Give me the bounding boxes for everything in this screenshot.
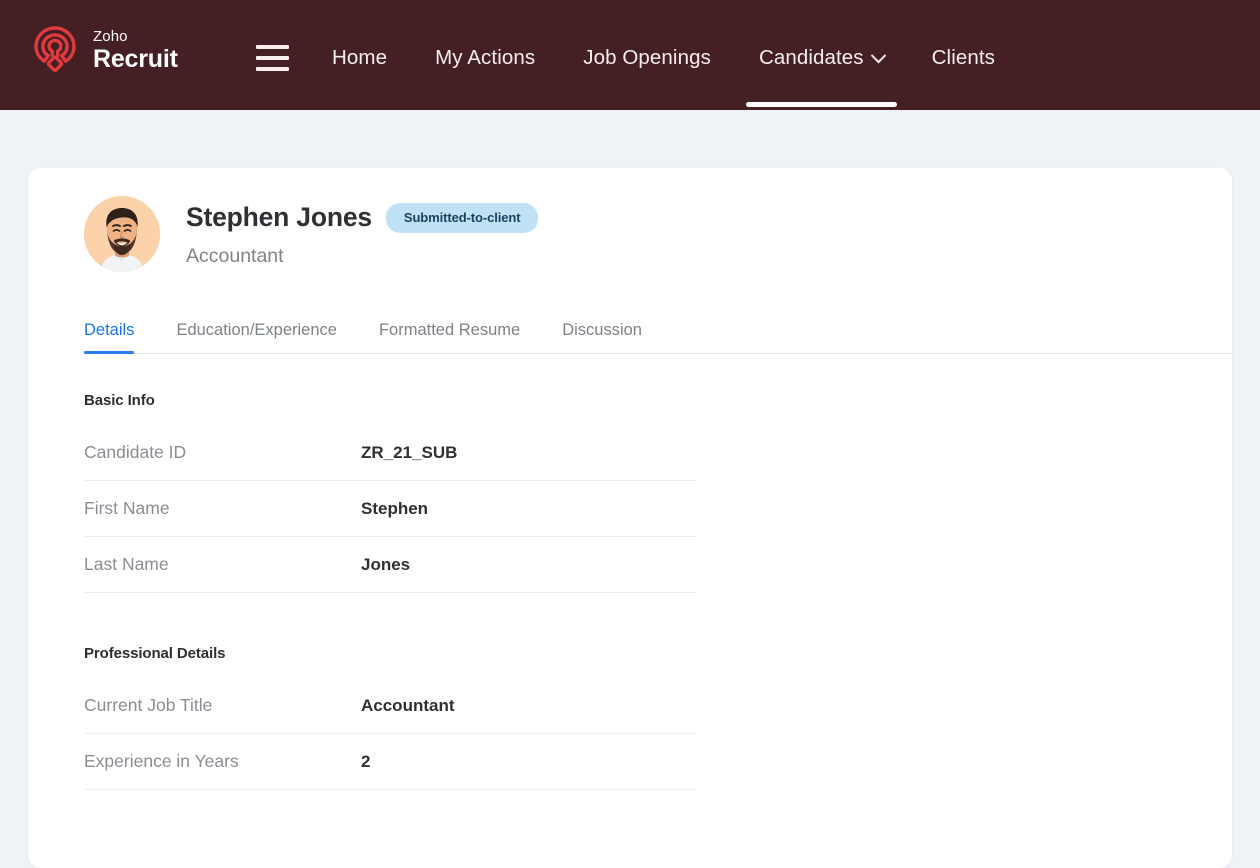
field-label: Candidate ID xyxy=(84,425,361,463)
field-label: Last Name xyxy=(84,537,361,575)
field-row-current-job-title: Current Job Title Accountant xyxy=(84,678,696,734)
field-value[interactable]: Jones xyxy=(361,538,410,575)
field-label: Experience in Years xyxy=(84,734,361,772)
section-title: Basic Info xyxy=(84,392,696,409)
tab-formatted-resume[interactable]: Formatted Resume xyxy=(379,321,520,353)
main-nav: Home My Actions Job Openings Candidates … xyxy=(308,44,1019,72)
field-row-last-name: Last Name Jones xyxy=(84,537,696,593)
nav-item-label: Clients xyxy=(932,46,995,70)
candidate-name-row: Stephen Jones Submitted-to-client xyxy=(186,203,538,233)
section-professional-details: Professional Details Current Job Title A… xyxy=(84,645,696,790)
nav-item-label: My Actions xyxy=(435,46,535,70)
hamburger-menu-icon[interactable] xyxy=(256,45,289,71)
page-title: Stephen Jones xyxy=(186,203,372,232)
brand-name-recruit: Recruit xyxy=(93,47,178,72)
candidate-role: Accountant xyxy=(186,245,538,268)
status-badge: Submitted-to-client xyxy=(386,203,539,233)
tab-education-experience[interactable]: Education/Experience xyxy=(176,321,337,353)
nav-item-label: Home xyxy=(332,46,387,70)
nav-item-home[interactable]: Home xyxy=(308,44,411,72)
nav-item-my-actions[interactable]: My Actions xyxy=(411,44,559,72)
tab-label: Details xyxy=(84,321,134,339)
field-value[interactable]: Accountant xyxy=(361,679,455,716)
section-title: Professional Details xyxy=(84,645,696,662)
field-value[interactable]: Stephen xyxy=(361,482,428,519)
section-basic-info: Basic Info Candidate ID ZR_21_SUB First … xyxy=(84,392,696,593)
candidate-profile-header: Stephen Jones Submitted-to-client Accoun… xyxy=(84,196,538,272)
field-value[interactable]: 2 xyxy=(361,735,370,772)
nav-item-candidates[interactable]: Candidates xyxy=(735,44,908,72)
field-value[interactable]: ZR_21_SUB xyxy=(361,426,457,463)
field-row-experience-in-years: Experience in Years 2 xyxy=(84,734,696,790)
hamburger-bar xyxy=(256,45,289,49)
chevron-down-icon xyxy=(870,47,886,63)
brand-wordmark: Zoho Recruit xyxy=(93,27,178,72)
tab-label: Education/Experience xyxy=(176,321,337,339)
brand-name-zoho: Zoho xyxy=(93,29,178,44)
field-label: Current Job Title xyxy=(84,678,361,716)
candidate-avatar-photo[interactable] xyxy=(84,196,160,272)
candidate-meta: Stephen Jones Submitted-to-client Accoun… xyxy=(186,196,538,268)
field-row-first-name: First Name Stephen xyxy=(84,481,696,537)
nav-item-clients[interactable]: Clients xyxy=(908,44,1019,72)
top-navigation-bar: Zoho Recruit Home My Actions Job Opening… xyxy=(0,0,1260,110)
nav-item-job-openings[interactable]: Job Openings xyxy=(559,44,735,72)
brand-logo-block[interactable]: Zoho Recruit xyxy=(28,22,178,76)
hamburger-bar xyxy=(256,56,289,60)
zoho-recruit-logo-icon xyxy=(28,22,82,76)
nav-item-label: Candidates xyxy=(759,46,864,70)
detail-tabs: Details Education/Experience Formatted R… xyxy=(84,316,1232,354)
tab-discussion[interactable]: Discussion xyxy=(562,321,642,353)
field-label: First Name xyxy=(84,481,361,519)
field-row-candidate-id: Candidate ID ZR_21_SUB xyxy=(84,425,696,481)
nav-item-label: Job Openings xyxy=(583,46,711,70)
tab-details[interactable]: Details xyxy=(84,321,134,353)
candidate-detail-card: Stephen Jones Submitted-to-client Accoun… xyxy=(28,168,1232,868)
hamburger-bar xyxy=(256,67,289,71)
tab-label: Discussion xyxy=(562,321,642,339)
tab-label: Formatted Resume xyxy=(379,321,520,339)
